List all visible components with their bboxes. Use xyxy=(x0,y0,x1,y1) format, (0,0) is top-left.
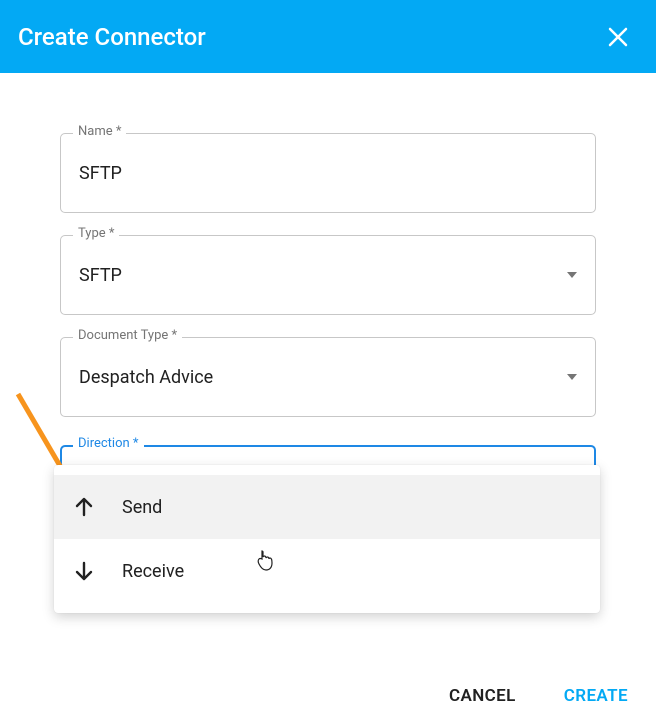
type-label: Type * xyxy=(73,226,119,241)
name-input[interactable] xyxy=(79,163,577,184)
document-type-label: Document Type * xyxy=(73,328,182,343)
dialog-header: Create Connector xyxy=(0,0,656,73)
cancel-button[interactable]: CANCEL xyxy=(439,678,526,714)
type-value: SFTP xyxy=(79,265,122,286)
chevron-down-icon xyxy=(567,374,577,380)
close-icon xyxy=(606,25,630,49)
type-select[interactable]: SFTP xyxy=(60,235,596,315)
name-label: Name * xyxy=(73,124,126,139)
direction-dropdown: Send Receive xyxy=(54,465,600,613)
dialog-buttons: CANCEL CREATE xyxy=(439,678,638,714)
direction-option-send[interactable]: Send xyxy=(54,475,600,539)
dialog-body: Name * Type * SFTP Document Type * Despa… xyxy=(0,73,656,565)
name-field: Name * xyxy=(60,133,596,213)
document-type-value: Despatch Advice xyxy=(79,367,213,388)
chevron-down-icon xyxy=(567,272,577,278)
document-type-select[interactable]: Despatch Advice xyxy=(60,337,596,417)
direction-option-receive-label: Receive xyxy=(122,561,184,582)
direction-label: Direction * xyxy=(73,436,144,451)
arrow-down-icon xyxy=(72,559,122,583)
direction-option-send-label: Send xyxy=(122,497,162,518)
arrow-up-icon xyxy=(72,495,122,519)
type-field: Type * SFTP xyxy=(60,235,596,315)
dialog-title: Create Connector xyxy=(18,23,206,51)
create-button[interactable]: CREATE xyxy=(554,678,638,714)
direction-field: Direction * Send xyxy=(60,445,596,525)
name-input-wrap[interactable] xyxy=(60,133,596,213)
direction-option-receive[interactable]: Receive xyxy=(54,539,600,603)
document-type-field: Document Type * Despatch Advice xyxy=(60,337,596,417)
close-button[interactable] xyxy=(598,17,638,57)
